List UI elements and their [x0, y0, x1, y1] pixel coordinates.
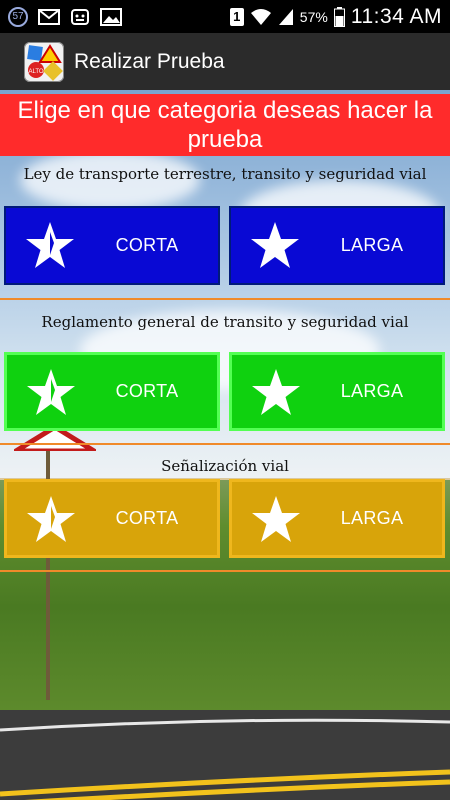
page-title: Realizar Prueba — [74, 49, 225, 73]
star-icon — [251, 222, 299, 268]
senalizacion-corta-button[interactable]: CORTA — [4, 479, 220, 558]
section-divider — [0, 570, 450, 572]
half-star-icon — [26, 222, 74, 268]
ley-corta-button[interactable]: CORTA — [4, 206, 220, 285]
section-divider — [0, 443, 450, 445]
battery-icon — [333, 6, 345, 27]
larga-label: LARGA — [340, 508, 404, 528]
battery-percent: 57% — [299, 8, 328, 25]
road — [0, 710, 450, 800]
road-markings — [0, 718, 450, 800]
image-icon — [100, 7, 122, 26]
larga-label: LARGA — [340, 235, 404, 255]
wifi-icon — [250, 8, 272, 26]
ley-larga-button[interactable]: LARGA — [229, 206, 445, 285]
reglamento-larga-button[interactable]: LARGA — [229, 352, 445, 431]
section-title-ley: Ley de transporte terrestre, transito y … — [23, 165, 427, 183]
corta-label: CORTA — [115, 235, 179, 255]
road-signs-icon[interactable]: ALTO — [24, 41, 64, 82]
android-icon — [70, 7, 90, 27]
half-star-icon — [27, 496, 75, 542]
corta-label: CORTA — [115, 381, 179, 401]
senalizacion-larga-button[interactable]: LARGA — [229, 479, 445, 558]
star-icon — [252, 369, 300, 415]
corta-label: CORTA — [115, 508, 179, 528]
email-icon — [38, 8, 60, 25]
star-icon — [252, 496, 300, 542]
instruction-banner: Elige en que categoria deseas hacer la p… — [0, 94, 450, 156]
svg-text:ALTO: ALTO — [28, 69, 43, 75]
notification-icon: 1 — [229, 7, 244, 26]
action-bar: ALTO Realizar Prueba — [0, 33, 450, 90]
section-divider — [0, 298, 450, 300]
background-scene — [0, 90, 450, 800]
notification-badge-icon: 57 — [8, 6, 28, 27]
section-title-reglamento: Reglamento general de transito y segurid… — [41, 313, 409, 331]
section-title-senalizacion: Señalización vial — [161, 457, 289, 475]
signal-icon — [278, 8, 294, 26]
clock: 11:34 AM — [350, 4, 442, 28]
reglamento-corta-button[interactable]: CORTA — [4, 352, 220, 431]
status-bar: 57 1 57% 11:34 AM — [0, 0, 450, 33]
larga-label: LARGA — [340, 381, 404, 401]
half-star-icon — [27, 369, 75, 415]
